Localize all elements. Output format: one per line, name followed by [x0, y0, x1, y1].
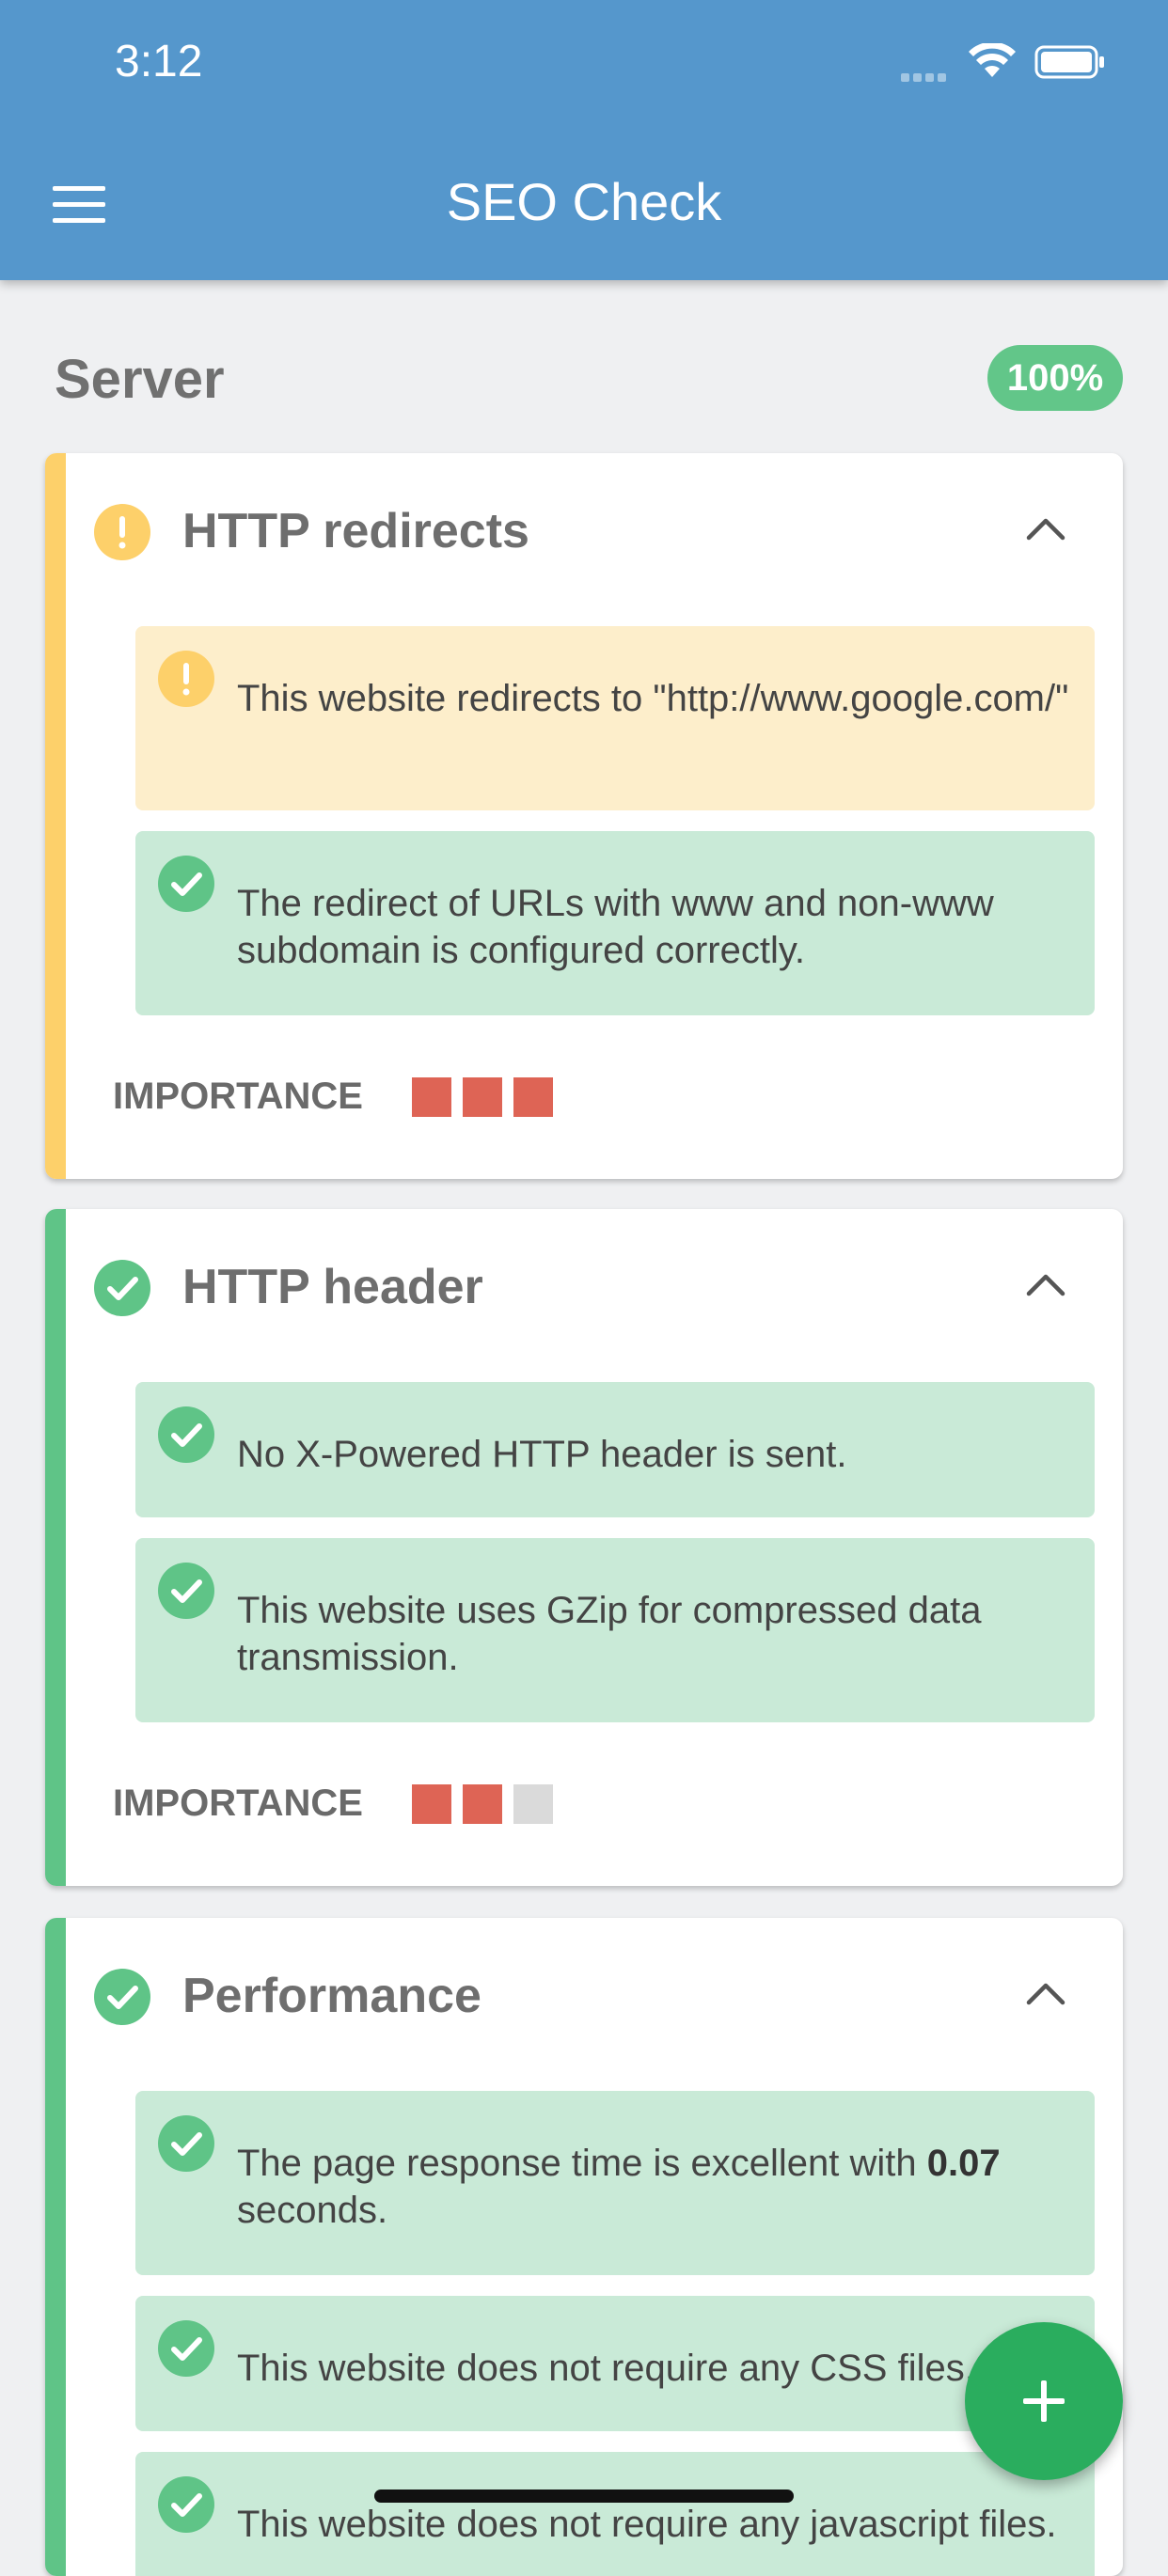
- message-text: This website uses GZip for compressed da…: [237, 1590, 982, 1678]
- chevron-up-icon[interactable]: [1023, 513, 1068, 542]
- status-time: 3:12: [115, 37, 203, 86]
- check-circle-icon: [158, 2115, 214, 2172]
- section-title: Server: [55, 349, 225, 410]
- importance-box-filled: [412, 1077, 451, 1117]
- importance-box-filled: [412, 1784, 451, 1824]
- check-circle-icon: [158, 1406, 214, 1463]
- message-text: This website redirects to "http://www.go…: [237, 678, 1069, 719]
- check-circle-icon: [94, 1260, 150, 1316]
- check-circle-icon: [158, 2320, 214, 2377]
- check-circle-icon: [158, 1563, 214, 1619]
- card-title: HTTP redirects: [182, 504, 529, 558]
- message-success: No X-Powered HTTP header is sent.: [135, 1382, 1095, 1517]
- app-bar: 3:12 SEO Check: [0, 0, 1168, 280]
- wifi-icon: [969, 43, 1016, 77]
- check-circle-icon: [94, 1969, 150, 2025]
- message-text: This website does not require any javasc…: [237, 2504, 1057, 2545]
- chevron-up-icon[interactable]: [1023, 1269, 1068, 1297]
- message-text: The redirect of URLs with www and non-ww…: [237, 883, 994, 971]
- importance-label: IMPORTANCE: [113, 1783, 363, 1824]
- card-header-http-header[interactable]: HTTP header: [45, 1209, 1123, 1365]
- importance-box-filled: [513, 1077, 553, 1117]
- plus-icon: [1023, 2380, 1065, 2422]
- importance-box-empty: [513, 1784, 553, 1824]
- response-time-value: 0.07: [926, 2143, 1001, 2184]
- text-after: seconds.: [237, 2190, 388, 2231]
- message-text: This website does not require any CSS fi…: [237, 2348, 975, 2389]
- importance-rating: [412, 1077, 564, 1117]
- importance-rating: [412, 1784, 564, 1824]
- warning-icon: [94, 504, 150, 560]
- check-card-http-header: HTTP header No X-Powered HTTP header is …: [45, 1209, 1123, 1886]
- battery-icon: [1034, 45, 1104, 79]
- importance-label: IMPORTANCE: [113, 1076, 363, 1117]
- message-text: No X-Powered HTTP header is sent.: [237, 1434, 847, 1475]
- check-circle-icon: [158, 2476, 214, 2533]
- add-button[interactable]: [965, 2322, 1123, 2480]
- app-title: SEO Check: [446, 172, 722, 231]
- importance-box-filled: [463, 1077, 502, 1117]
- card-header-http-redirects[interactable]: HTTP redirects: [45, 453, 1123, 609]
- home-indicator[interactable]: [374, 2490, 794, 2503]
- message-success: This website uses GZip for compressed da…: [135, 1538, 1095, 1722]
- message-success: This website does not require any javasc…: [135, 2452, 1095, 2576]
- message-success: This website does not require any CSS fi…: [135, 2296, 1095, 2431]
- check-circle-icon: [158, 856, 214, 912]
- message-text: The page response time is excellent with…: [237, 2140, 1072, 2234]
- message-success: The redirect of URLs with www and non-ww…: [135, 831, 1095, 1015]
- card-header-performance[interactable]: Performance: [45, 1918, 1123, 2074]
- check-card-http-redirects: HTTP redirects This website redirects to…: [45, 453, 1123, 1179]
- cellular-signal-icon: [901, 70, 954, 82]
- importance-box-filled: [463, 1784, 502, 1824]
- message-warning: This website redirects to "http://www.go…: [135, 626, 1095, 810]
- score-badge: 100%: [987, 345, 1123, 411]
- text-before: The page response time is excellent with: [237, 2143, 927, 2184]
- card-title: HTTP header: [182, 1260, 483, 1314]
- message-success: The page response time is excellent with…: [135, 2091, 1095, 2275]
- chevron-up-icon[interactable]: [1023, 1978, 1068, 2006]
- check-card-performance: Performance The page response time is ex…: [45, 1918, 1123, 2576]
- card-title: Performance: [182, 1969, 481, 2023]
- warning-icon: [158, 651, 214, 707]
